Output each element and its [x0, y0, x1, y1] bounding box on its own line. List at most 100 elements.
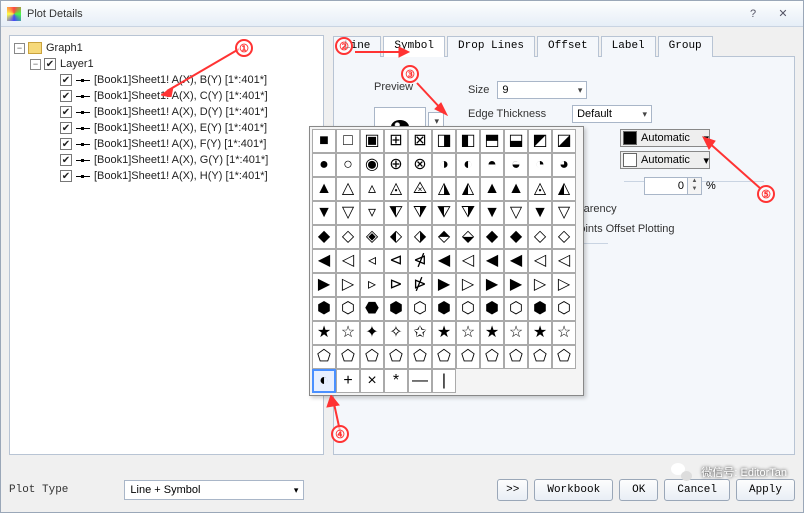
- gallery-symbol[interactable]: ◑: [432, 153, 456, 177]
- gallery-symbol[interactable]: ▽: [504, 201, 528, 225]
- gallery-symbol[interactable]: ⊞: [384, 129, 408, 153]
- gallery-symbol[interactable]: ▷: [336, 273, 360, 297]
- checkbox-icon[interactable]: ✔: [44, 58, 56, 70]
- gallery-symbol[interactable]: ◩: [528, 129, 552, 153]
- transparency-input[interactable]: 0: [644, 177, 688, 195]
- gallery-symbol[interactable]: ▶: [504, 273, 528, 297]
- gallery-symbol[interactable]: ★: [432, 321, 456, 345]
- gallery-symbol[interactable]: ◐: [456, 153, 480, 177]
- gallery-symbol[interactable]: ⨻: [408, 177, 432, 201]
- gallery-symbol[interactable]: ⬢: [432, 297, 456, 321]
- gallery-symbol[interactable]: ◧: [456, 129, 480, 153]
- workbook-button[interactable]: Workbook: [534, 479, 613, 501]
- gallery-symbol[interactable]: ⬢: [528, 297, 552, 321]
- gallery-symbol[interactable]: ◪: [552, 129, 576, 153]
- gallery-symbol[interactable]: ▶: [480, 273, 504, 297]
- gallery-symbol[interactable]: ★: [312, 321, 336, 345]
- gallery-symbol[interactable]: ⊕: [384, 153, 408, 177]
- expand-button[interactable]: >>: [497, 479, 528, 501]
- gallery-symbol[interactable]: ◕: [552, 153, 576, 177]
- gallery-symbol[interactable]: ◇: [528, 225, 552, 249]
- gallery-symbol[interactable]: ⬢: [384, 297, 408, 321]
- tree-plot-item[interactable]: ✔[Book1]Sheet1! A(X), G(Y) [1*:401*]: [14, 152, 319, 168]
- edge-color-button[interactable]: Automatic ▾: [620, 151, 710, 169]
- gallery-symbol[interactable]: ◁: [336, 249, 360, 273]
- gallery-symbol[interactable]: ⬡: [408, 297, 432, 321]
- gallery-symbol[interactable]: ✦: [360, 321, 384, 345]
- tab-group[interactable]: Group: [658, 36, 713, 57]
- gallery-symbol[interactable]: △: [336, 177, 360, 201]
- gallery-symbol[interactable]: ⬢: [312, 297, 336, 321]
- gallery-symbol[interactable]: ▶: [312, 273, 336, 297]
- checkbox-icon[interactable]: ✔: [60, 74, 72, 86]
- symbol-color-button[interactable]: Automatic ▾: [620, 129, 710, 147]
- gallery-symbol[interactable]: ⊗: [408, 153, 432, 177]
- gallery-symbol[interactable]: ✩: [408, 321, 432, 345]
- gallery-symbol[interactable]: ⬠: [408, 345, 432, 369]
- gallery-symbol[interactable]: ▶: [432, 273, 456, 297]
- gallery-symbol[interactable]: ⬡: [552, 297, 576, 321]
- gallery-symbol[interactable]: ◆: [504, 225, 528, 249]
- checkbox-icon[interactable]: ✔: [60, 154, 72, 166]
- gallery-symbol[interactable]: —: [408, 369, 432, 393]
- gallery-symbol[interactable]: ⋪: [408, 249, 432, 273]
- gallery-symbol[interactable]: ◀: [480, 249, 504, 273]
- edge-thickness-dropdown[interactable]: Default ▾: [572, 105, 652, 123]
- checkbox-icon[interactable]: ✔: [60, 106, 72, 118]
- gallery-symbol[interactable]: ⧩: [456, 201, 480, 225]
- gallery-symbol[interactable]: ◒: [504, 153, 528, 177]
- gallery-symbol[interactable]: ⬘: [432, 225, 456, 249]
- gallery-symbol[interactable]: ◁: [528, 249, 552, 273]
- gallery-symbol[interactable]: ☆: [552, 321, 576, 345]
- gallery-symbol[interactable]: ⬙: [456, 225, 480, 249]
- gallery-symbol[interactable]: ▽: [552, 201, 576, 225]
- gallery-symbol[interactable]: ⬣: [360, 297, 384, 321]
- gallery-symbol[interactable]: ◬: [528, 177, 552, 201]
- gallery-symbol[interactable]: ▼: [528, 201, 552, 225]
- checkbox-icon[interactable]: ✔: [60, 90, 72, 102]
- gallery-symbol[interactable]: ◆: [312, 225, 336, 249]
- gallery-symbol[interactable]: ⬠: [312, 345, 336, 369]
- gallery-symbol[interactable]: ⊠: [408, 129, 432, 153]
- gallery-symbol[interactable]: ×: [360, 369, 384, 393]
- tree-plot-item[interactable]: ✔[Book1]Sheet1! A(X), E(Y) [1*:401*]: [14, 120, 319, 136]
- gallery-symbol[interactable]: ▲: [480, 177, 504, 201]
- gallery-symbol[interactable]: ◁: [456, 249, 480, 273]
- gallery-symbol[interactable]: ◉: [360, 153, 384, 177]
- gallery-symbol[interactable]: ☆: [336, 321, 360, 345]
- gallery-symbol[interactable]: ⬖: [384, 225, 408, 249]
- gallery-symbol[interactable]: ▵: [360, 177, 384, 201]
- gallery-symbol[interactable]: ◀: [312, 249, 336, 273]
- gallery-symbol[interactable]: ◇: [552, 225, 576, 249]
- gallery-symbol[interactable]: ⬠: [336, 345, 360, 369]
- tree-plot-item[interactable]: ✔[Book1]Sheet1! A(X), D(Y) [1*:401*]: [14, 104, 319, 120]
- help-button[interactable]: ?: [739, 5, 767, 23]
- ok-button[interactable]: OK: [619, 479, 658, 501]
- checkbox-icon[interactable]: ✔: [60, 122, 72, 134]
- size-dropdown[interactable]: 9 ▾: [497, 81, 587, 99]
- gallery-symbol[interactable]: ▹: [360, 273, 384, 297]
- gallery-symbol[interactable]: ⬠: [456, 345, 480, 369]
- transparency-spinner[interactable]: ▲▼: [688, 177, 702, 195]
- gallery-symbol[interactable]: ▷: [528, 273, 552, 297]
- gallery-symbol[interactable]: ⬠: [552, 345, 576, 369]
- plot-type-dropdown[interactable]: Line + Symbol ▾: [124, 480, 304, 500]
- gallery-symbol[interactable]: ⧨: [432, 201, 456, 225]
- gallery-symbol[interactable]: ◨: [432, 129, 456, 153]
- gallery-symbol[interactable]: ◃: [360, 249, 384, 273]
- gallery-symbol[interactable]: ◮: [432, 177, 456, 201]
- gallery-symbol[interactable]: ▲: [504, 177, 528, 201]
- gallery-symbol[interactable]: ◬: [384, 177, 408, 201]
- gallery-symbol[interactable]: ◔: [528, 153, 552, 177]
- gallery-symbol[interactable]: |: [432, 369, 456, 393]
- gallery-symbol[interactable]: ⬡: [504, 297, 528, 321]
- gallery-symbol[interactable]: ⬠: [432, 345, 456, 369]
- tab-label[interactable]: Label: [601, 36, 656, 57]
- gallery-symbol[interactable]: ■: [312, 129, 336, 153]
- gallery-symbol[interactable]: ◓: [480, 153, 504, 177]
- gallery-symbol[interactable]: ⬡: [456, 297, 480, 321]
- gallery-symbol[interactable]: ◭: [456, 177, 480, 201]
- gallery-symbol[interactable]: ✧: [384, 321, 408, 345]
- tab-drop-lines[interactable]: Drop Lines: [447, 36, 535, 57]
- gallery-symbol[interactable]: ◁: [552, 249, 576, 273]
